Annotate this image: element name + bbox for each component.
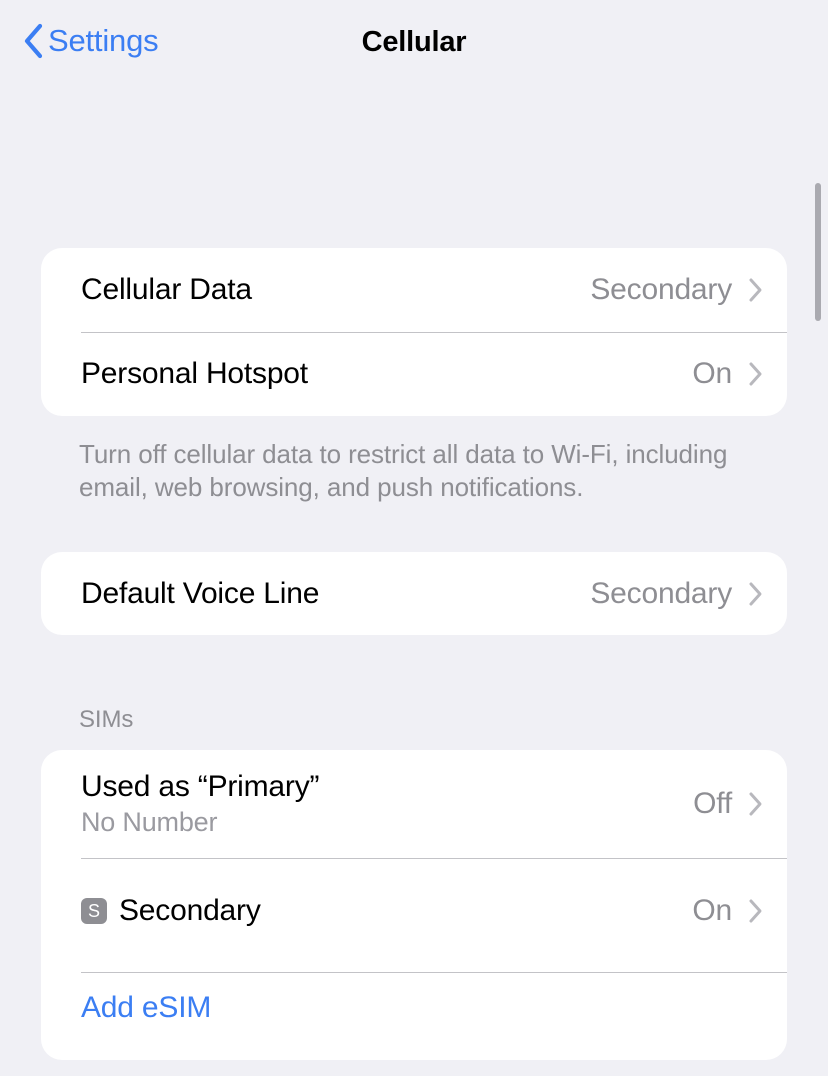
row-title: Secondary xyxy=(119,894,261,927)
chevron-right-icon xyxy=(749,278,762,302)
scrollbar-thumb[interactable] xyxy=(815,183,821,321)
row-add-esim-text: Add eSIM xyxy=(81,990,763,1026)
row-personal-hotspot-text: Personal Hotspot xyxy=(81,356,692,392)
row-cellular-data-text: Cellular Data xyxy=(81,272,590,308)
row-title: Cellular Data xyxy=(81,273,252,306)
cellular-data-footer-text: Turn off cellular data to restrict all d… xyxy=(79,439,728,502)
row-secondary-sim[interactable]: S Secondary On xyxy=(41,858,787,964)
row-default-voice-line-text: Default Voice Line xyxy=(81,576,590,612)
vertical-scrollbar[interactable] xyxy=(814,176,822,1076)
default-voice-line-card: Default Voice Line Secondary xyxy=(41,552,787,635)
row-used-as-primary[interactable]: Used as “Primary” No Number Off xyxy=(41,750,787,858)
row-value: Secondary xyxy=(590,576,732,610)
row-title-inline: S Secondary xyxy=(81,893,692,929)
cellular-data-card: Cellular Data Secondary Personal Hotspot… xyxy=(41,248,787,416)
row-value: On xyxy=(692,894,732,927)
chevron-right-icon xyxy=(749,792,762,816)
chevron-right-icon xyxy=(749,582,762,605)
row-value: On xyxy=(692,357,732,390)
row-used-as-primary-text: Used as “Primary” No Number xyxy=(81,769,693,839)
chevron-right-icon xyxy=(749,362,762,386)
row-cellular-data[interactable]: Cellular Data Secondary xyxy=(41,248,787,332)
row-default-voice-line[interactable]: Default Voice Line Secondary xyxy=(41,552,787,635)
page-title: Cellular xyxy=(361,26,467,58)
row-subtitle: No Number xyxy=(81,807,218,837)
row-value: Off xyxy=(693,787,732,820)
row-title: Personal Hotspot xyxy=(81,357,308,390)
sims-card: Used as “Primary” No Number Off S Second… xyxy=(41,750,787,1060)
row-secondary-sim-text: S Secondary xyxy=(81,893,692,929)
row-value: Secondary xyxy=(590,273,732,306)
row-title: Default Voice Line xyxy=(81,576,320,610)
navigation-bar: Settings Cellular xyxy=(0,0,828,88)
row-add-esim[interactable]: Add eSIM xyxy=(41,964,787,1052)
row-title: Used as “Primary” xyxy=(81,770,320,803)
sims-section-header: SIMs xyxy=(79,706,134,733)
esim-badge-icon: S xyxy=(81,898,107,924)
chevron-right-icon xyxy=(749,899,762,923)
row-title: Add eSIM xyxy=(81,991,212,1024)
row-personal-hotspot[interactable]: Personal Hotspot On xyxy=(41,332,787,416)
